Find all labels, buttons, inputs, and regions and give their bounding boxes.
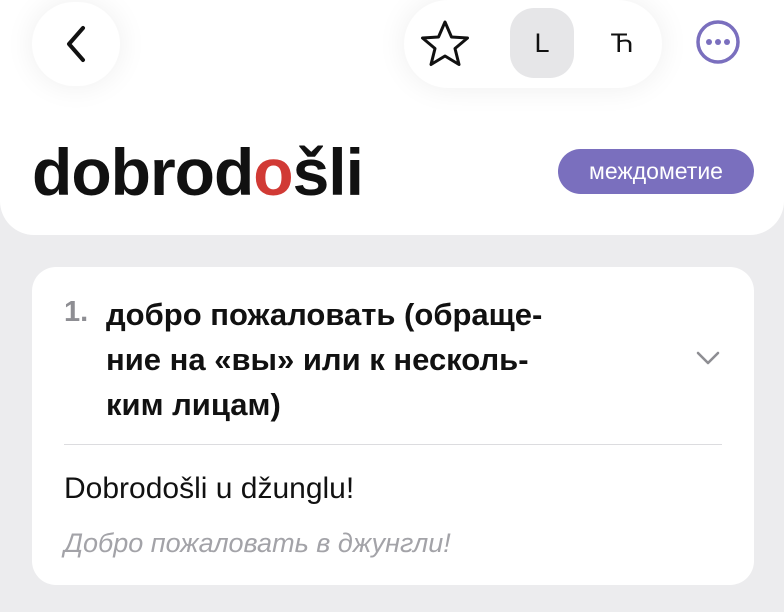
example-sentence: Dobrodošli u džunglu! — [64, 472, 355, 505]
part-of-speech-badge: междометие — [558, 149, 754, 194]
star-icon — [421, 20, 469, 66]
back-button[interactable] — [32, 2, 120, 86]
stressed-letter: o — [253, 135, 293, 209]
word-title: dobrodošli — [32, 132, 364, 212]
chevron-down-icon — [696, 351, 720, 365]
divider — [64, 444, 722, 445]
favorite-button[interactable] — [412, 14, 478, 74]
sense-definition: добро пожаловать (обраще- ние на «вы» ил… — [106, 297, 543, 422]
sense-number: 1. — [64, 296, 89, 328]
word-part-before-stress: dobrod — [32, 135, 254, 209]
word-part-after-stress: šli — [292, 135, 364, 209]
chevron-left-icon — [67, 26, 85, 62]
more-icon — [696, 20, 740, 64]
example-translation: Добро пожаловать в джунгли! — [64, 528, 451, 558]
script-toggle-cyrillic[interactable]: Ћ — [590, 8, 654, 78]
more-options-button[interactable] — [682, 10, 754, 74]
script-toggle-latin[interactable]: L — [510, 8, 574, 78]
expand-sense-button[interactable] — [690, 340, 726, 376]
